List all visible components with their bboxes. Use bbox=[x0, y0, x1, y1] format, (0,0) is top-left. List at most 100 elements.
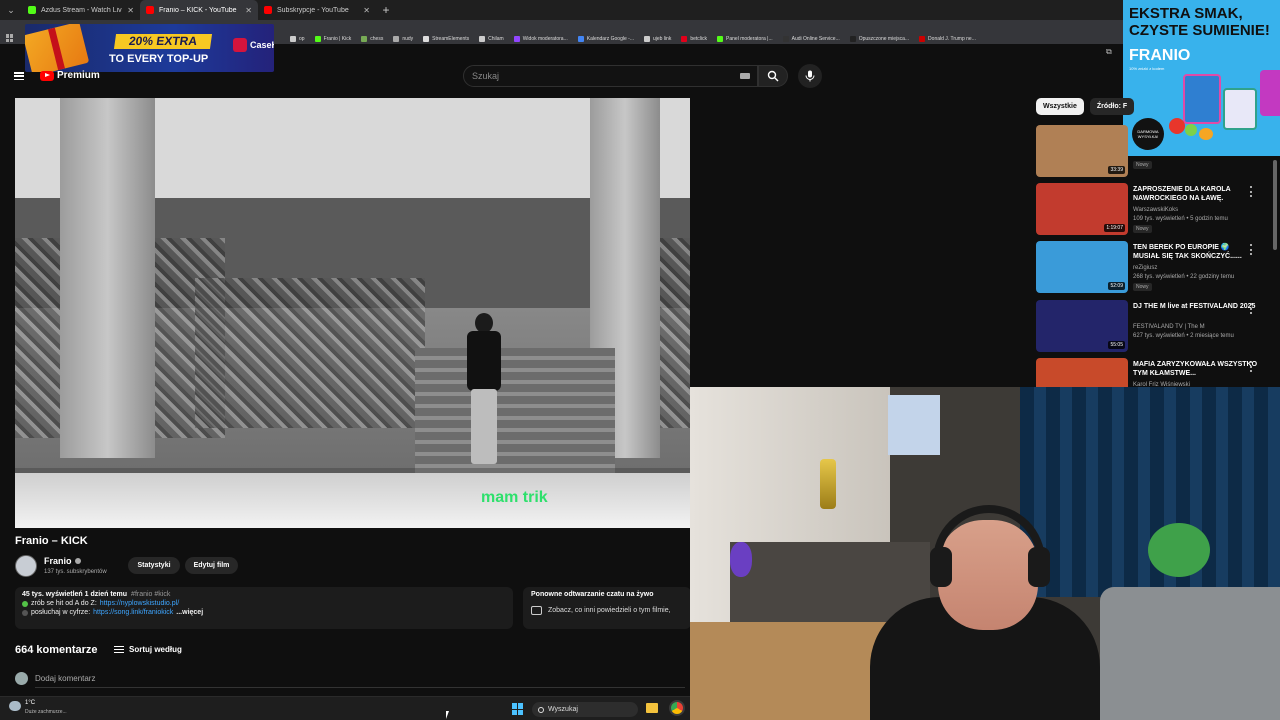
apps-grid-icon[interactable] bbox=[6, 34, 14, 42]
recommended-title[interactable]: MAFIA ZARYZYKOWAŁA WSZYSTKO TYM KŁAMSTWE… bbox=[1133, 360, 1258, 378]
video-thumbnail[interactable]: 52:09 bbox=[1036, 241, 1128, 293]
more-options-icon[interactable] bbox=[1250, 186, 1253, 197]
keyboard-icon[interactable] bbox=[740, 73, 750, 79]
show-more-link[interactable]: ...więcej bbox=[176, 609, 203, 616]
recommended-title[interactable]: TEN BEREK PO EUROPIE 🌍 MUSIAŁ SIĘ TAK SK… bbox=[1133, 243, 1258, 261]
window-image bbox=[888, 395, 940, 455]
browser-tab-bar: ⌄ Azdus Stream - Watch Live on K ✕ Frani… bbox=[0, 0, 1280, 20]
bookmark-item[interactable]: Opuszczone miejsca... bbox=[849, 36, 909, 42]
windows-start-icon[interactable] bbox=[512, 703, 524, 715]
recommended-title[interactable]: DJ THE M live at FESTIVALAND 2025 bbox=[1133, 302, 1258, 311]
emoji-icon bbox=[22, 600, 28, 607]
recommended-channel[interactable]: FESTIVALAND TV | The M bbox=[1133, 324, 1205, 330]
bookmark-item[interactable]: Kalendarz Google -... bbox=[577, 36, 634, 42]
recommended-stats: 627 tys. wyświetleń • 2 miesiące temu bbox=[1133, 333, 1234, 339]
video-duration: 33:39 bbox=[1108, 166, 1125, 174]
bookmark-item[interactable]: StreamElements bbox=[423, 36, 469, 42]
description-line: posłuchaj w cyfrze: https://song.link/fr… bbox=[22, 609, 506, 616]
bookmark-item[interactable]: Chilam bbox=[479, 36, 504, 42]
bookmark-item[interactable]: Donald J. Trump ne... bbox=[919, 36, 976, 42]
taskbar-search[interactable]: Wyszukaj bbox=[532, 702, 638, 717]
tab-search-icon[interactable]: ⌄ bbox=[0, 0, 22, 20]
bookmark-item[interactable]: op bbox=[290, 36, 305, 42]
recommended-stats: 268 tys. wyświetleń • 22 godziny temu bbox=[1133, 274, 1235, 280]
bookmark-item[interactable]: Panel moderatora |... bbox=[717, 36, 773, 42]
hashtags[interactable]: #franio #kick bbox=[131, 591, 170, 598]
menu-icon[interactable] bbox=[14, 72, 24, 80]
recommended-title[interactable]: ZAPROSZENIE DLA KAROLA NAWROCKIEGO NA ŁA… bbox=[1133, 185, 1258, 203]
weather-desc: Duże zachmurze... bbox=[25, 709, 67, 715]
recommended-video[interactable]: 55:05 DJ THE M live at FESTIVALAND 2025 FE… bbox=[1036, 300, 1276, 356]
chip-all[interactable]: Wszystkie bbox=[1036, 98, 1084, 115]
browser-tab[interactable]: Azdus Stream - Watch Live on K ✕ bbox=[22, 0, 140, 20]
search-icon bbox=[767, 70, 779, 82]
youtube-logo[interactable]: Premium bbox=[40, 70, 100, 81]
more-options-icon[interactable] bbox=[1250, 244, 1253, 255]
headset-image bbox=[930, 547, 952, 587]
video-thumbnail[interactable]: 33:39 bbox=[1036, 125, 1128, 177]
ad-headline: 20% EXTRA bbox=[113, 34, 213, 49]
bookmark-item[interactable]: Franio | Kick bbox=[314, 36, 351, 42]
channel-name[interactable]: Franio bbox=[44, 556, 81, 566]
description-link[interactable]: https://song.link/franiokick bbox=[93, 609, 173, 616]
sort-comments-button[interactable]: Sortuj według bbox=[114, 645, 182, 654]
description-link[interactable]: https://nyplowskistudio.pl/ bbox=[100, 600, 179, 607]
bookmark-favicon-icon bbox=[423, 36, 430, 42]
add-comment-input[interactable]: Dodaj komentarz bbox=[35, 674, 685, 688]
video-player[interactable]: mam trik bbox=[15, 98, 690, 528]
browser-tab[interactable]: Subskrypcje - YouTube ✕ bbox=[258, 0, 376, 20]
casehug-logo-icon bbox=[233, 38, 247, 52]
bookmark-favicon-icon bbox=[361, 36, 368, 42]
microphone-icon bbox=[805, 70, 815, 82]
browser-tab-active[interactable]: Franio – KICK - YouTube ✕ bbox=[140, 0, 258, 20]
recommended-video[interactable]: 33:39 Nowy bbox=[1036, 125, 1276, 181]
product-tub-image bbox=[1183, 74, 1221, 124]
verified-icon bbox=[74, 558, 81, 564]
chat-icon bbox=[531, 606, 542, 615]
bookmark-item[interactable]: Widok moderatora... bbox=[513, 36, 568, 42]
close-tab-icon[interactable]: ✕ bbox=[363, 6, 370, 15]
kick-favicon-icon bbox=[28, 6, 36, 14]
new-badge: Nowy bbox=[1133, 225, 1152, 233]
video-caption: mam trik bbox=[481, 489, 548, 506]
ad-headline: EKSTRA SMAK, CZYSTE SUMIENIE! bbox=[1129, 5, 1270, 39]
recommended-video[interactable]: 52:09 TEN BEREK PO EUROPIE 🌍 MUSIAŁ SIĘ T… bbox=[1036, 241, 1276, 297]
search-button[interactable] bbox=[758, 65, 788, 87]
ad-brand: FRANIO bbox=[1129, 47, 1191, 64]
video-thumbnail[interactable]: 1:19:07 bbox=[1036, 183, 1128, 235]
search-input[interactable]: Szukaj bbox=[463, 65, 758, 87]
stats-button[interactable]: Statystyki bbox=[128, 557, 180, 574]
close-tab-icon[interactable]: ✕ bbox=[127, 6, 134, 15]
filter-chips: Wszystkie Źródło: F bbox=[1036, 98, 1135, 115]
chrome-icon[interactable] bbox=[669, 700, 685, 716]
bookmark-item[interactable]: chess bbox=[361, 36, 383, 42]
bookmark-item[interactable]: Audi Online Service... bbox=[782, 36, 840, 42]
product-tub-image bbox=[1260, 70, 1280, 116]
new-tab-button[interactable]: + bbox=[376, 3, 396, 17]
chip-source[interactable]: Źródło: F bbox=[1089, 98, 1135, 115]
more-options-icon[interactable] bbox=[1250, 303, 1253, 314]
video-frame-bg bbox=[415, 348, 615, 478]
bookmark-item[interactable]: ujeb link bbox=[643, 36, 671, 42]
bookmark-item[interactable]: nudy bbox=[393, 36, 413, 42]
more-options-icon[interactable] bbox=[1250, 361, 1253, 372]
premium-label: Premium bbox=[57, 70, 100, 81]
video-person bbox=[465, 313, 503, 473]
weather-icon[interactable] bbox=[9, 701, 21, 711]
recommended-channel[interactable]: reZigiusz bbox=[1133, 265, 1157, 271]
recommended-video[interactable]: 1:19:07 ZAPROSZENIE DLA KAROLA NAWROCKIEG… bbox=[1036, 183, 1276, 239]
sidebar-scrollbar[interactable] bbox=[1273, 160, 1277, 250]
edit-video-button[interactable]: Edytuj film bbox=[185, 557, 238, 574]
file-explorer-icon[interactable] bbox=[646, 703, 658, 713]
voice-search-button[interactable] bbox=[798, 64, 822, 88]
chat-replay-panel[interactable]: Ponowne odtwarzanie czatu na żywo Zobacz… bbox=[523, 587, 691, 629]
channel-avatar[interactable] bbox=[15, 555, 37, 577]
extensions-icon[interactable]: ⧉ bbox=[1106, 47, 1112, 57]
video-thumbnail[interactable]: 55:05 bbox=[1036, 300, 1128, 352]
recommended-channel[interactable]: WarszawskiKoks bbox=[1133, 207, 1178, 213]
video-description[interactable]: 45 tys. wyświetleń 1 dzień temu #franio #… bbox=[15, 587, 513, 629]
video-frame-bg bbox=[195, 278, 425, 428]
webcam-overlay bbox=[690, 387, 1280, 720]
bookmark-item[interactable]: betclick bbox=[681, 36, 707, 42]
close-tab-icon[interactable]: ✕ bbox=[245, 6, 252, 15]
